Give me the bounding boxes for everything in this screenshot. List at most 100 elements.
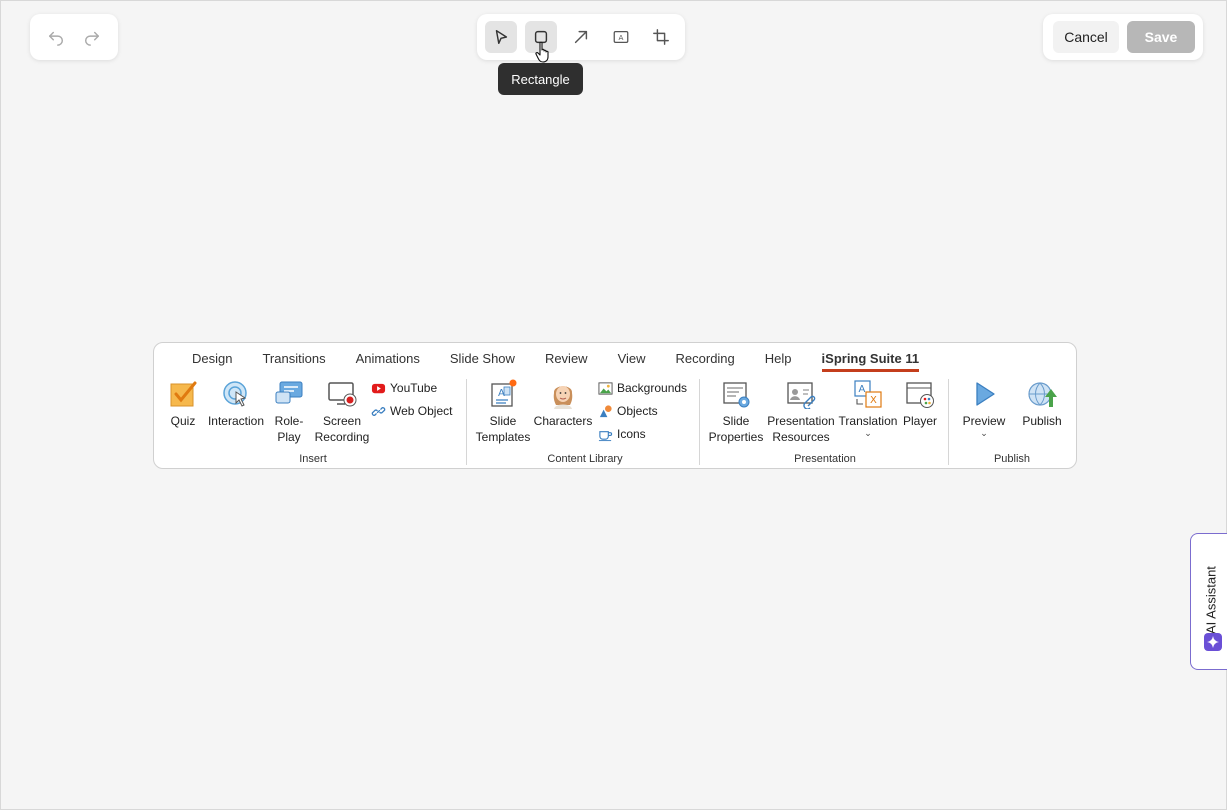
characters-label: Characters <box>533 414 593 428</box>
presentation-group-label: Presentation <box>794 453 856 465</box>
arrow-tool-button[interactable] <box>565 21 597 53</box>
publish-button[interactable]: Publish <box>1018 377 1066 429</box>
cup-icon <box>598 430 613 441</box>
youtube-button[interactable]: YouTube <box>371 378 437 398</box>
svg-text:A: A <box>859 384 866 395</box>
link-icon <box>371 406 386 416</box>
objects-icon <box>599 404 612 417</box>
translation-dropdown-chevron-icon[interactable]: ⌄ <box>864 429 872 438</box>
screen-recording-button[interactable]: Screen Recording <box>314 377 370 445</box>
tab-review[interactable]: Review <box>545 351 588 371</box>
role-play-button[interactable]: Role- Play <box>272 377 306 445</box>
tab-animations[interactable]: Animations <box>356 351 420 371</box>
svg-text:A: A <box>619 33 624 42</box>
slide-templates-icon: A <box>491 379 517 407</box>
youtube-icon <box>371 383 386 393</box>
redo-button[interactable] <box>76 21 108 53</box>
tab-design[interactable]: Design <box>192 351 232 371</box>
backgrounds-label: Backgrounds <box>617 381 688 395</box>
objects-button[interactable]: Objects <box>598 401 658 421</box>
cursor-arrow-icon <box>495 29 508 45</box>
publish-globe-icon <box>1028 382 1057 407</box>
play-icon <box>976 382 995 406</box>
tab-transitions[interactable]: Transitions <box>262 351 325 371</box>
quiz-button[interactable]: Quiz <box>166 377 200 429</box>
history-toolbar <box>30 14 118 60</box>
publish-label: Publish <box>1022 414 1062 428</box>
presentation-resources-icon <box>787 382 816 409</box>
tab-view[interactable]: View <box>618 351 646 371</box>
preview-button[interactable]: Preview ⌄ <box>960 377 1008 438</box>
drawing-tools-toolbar: A <box>477 14 685 60</box>
text-box-icon: A <box>613 30 629 44</box>
insert-group-label: Insert <box>299 453 327 465</box>
quiz-icon <box>170 381 197 407</box>
screen-recording-label-1: Screen <box>322 414 362 428</box>
slide-properties-label-2: Properties <box>708 430 764 444</box>
web-object-label: Web Object <box>390 404 453 418</box>
undo-button[interactable] <box>40 21 72 53</box>
characters-button[interactable]: Characters <box>532 377 594 429</box>
text-tool-button[interactable]: A <box>605 21 637 53</box>
save-button[interactable]: Save <box>1127 21 1195 53</box>
translation-button[interactable]: AX Translation ⌄ <box>838 377 898 438</box>
hand-pointer-icon <box>535 41 549 63</box>
slide-properties-label-1: Slide <box>722 414 750 428</box>
group-divider <box>466 379 467 465</box>
presentation-group: Slide Properties Presentation Resources … <box>704 377 946 465</box>
publish-group: Preview ⌄ Publish Publish <box>954 377 1070 465</box>
slide-properties-button[interactable]: Slide Properties <box>706 377 766 445</box>
translation-icon: AX <box>854 380 882 408</box>
interaction-label: Interaction <box>207 414 265 428</box>
ribbon-screenshot: Design Transitions Animations Slide Show… <box>153 342 1077 469</box>
screen-recording-label-2: Recording <box>314 430 370 444</box>
tab-help[interactable]: Help <box>765 351 792 371</box>
screen-recording-icon <box>328 382 357 407</box>
role-play-icon <box>275 381 303 404</box>
preview-label: Preview <box>962 414 1006 428</box>
crop-icon <box>653 29 669 45</box>
icons-button[interactable]: Icons <box>598 424 646 444</box>
actions-toolbar: Cancel Save <box>1043 14 1203 60</box>
tab-recording[interactable]: Recording <box>676 351 735 371</box>
slide-templates-label-2: Templates <box>475 430 531 444</box>
insert-group: Quiz Interaction Role- Play Screen Recor… <box>162 377 464 465</box>
role-play-label-2: Play <box>277 430 301 444</box>
select-tool-button[interactable] <box>485 21 517 53</box>
tab-slide-show[interactable]: Slide Show <box>450 351 515 371</box>
objects-label: Objects <box>617 404 658 418</box>
player-icon <box>906 382 934 408</box>
content-library-group: A Slide Templates Characters Backgrounds… <box>472 377 698 465</box>
slide-properties-icon <box>723 382 750 408</box>
character-icon <box>553 386 573 409</box>
ai-assistant-tab[interactable]: AI Assistant <box>1190 533 1227 670</box>
cancel-button[interactable]: Cancel <box>1053 21 1119 53</box>
group-divider <box>699 379 700 465</box>
presentation-resources-button[interactable]: Presentation Resources <box>766 377 836 445</box>
tab-ispring-suite[interactable]: iSpring Suite 11 <box>821 351 920 372</box>
slide-templates-label-1: Slide <box>489 414 517 428</box>
ribbon-tabs: Design Transitions Animations Slide Show… <box>192 351 949 372</box>
slide-templates-button[interactable]: A Slide Templates <box>474 377 532 445</box>
icons-label: Icons <box>617 427 646 441</box>
presentation-resources-label-1: Presentation <box>767 414 835 428</box>
role-play-label-1: Role- <box>274 414 304 428</box>
svg-text:X: X <box>870 395 877 406</box>
player-label: Player <box>902 414 937 428</box>
publish-group-label: Publish <box>993 453 1031 465</box>
rectangle-tooltip: Rectangle <box>498 63 583 95</box>
quiz-label: Quiz <box>170 414 196 428</box>
backgrounds-button[interactable]: Backgrounds <box>598 378 687 398</box>
youtube-label: YouTube <box>390 381 438 395</box>
crop-tool-button[interactable] <box>645 21 677 53</box>
player-button[interactable]: Player <box>900 377 940 429</box>
preview-dropdown-chevron-icon[interactable]: ⌄ <box>980 429 988 438</box>
group-divider <box>948 379 949 465</box>
interaction-button[interactable]: Interaction <box>206 377 266 429</box>
web-object-button[interactable]: Web Object <box>371 401 452 421</box>
sparkle-icon <box>1204 633 1222 651</box>
arrow-icon <box>574 30 588 44</box>
translation-label: Translation <box>838 414 898 428</box>
backgrounds-icon <box>598 381 613 395</box>
redo-icon <box>84 31 100 46</box>
